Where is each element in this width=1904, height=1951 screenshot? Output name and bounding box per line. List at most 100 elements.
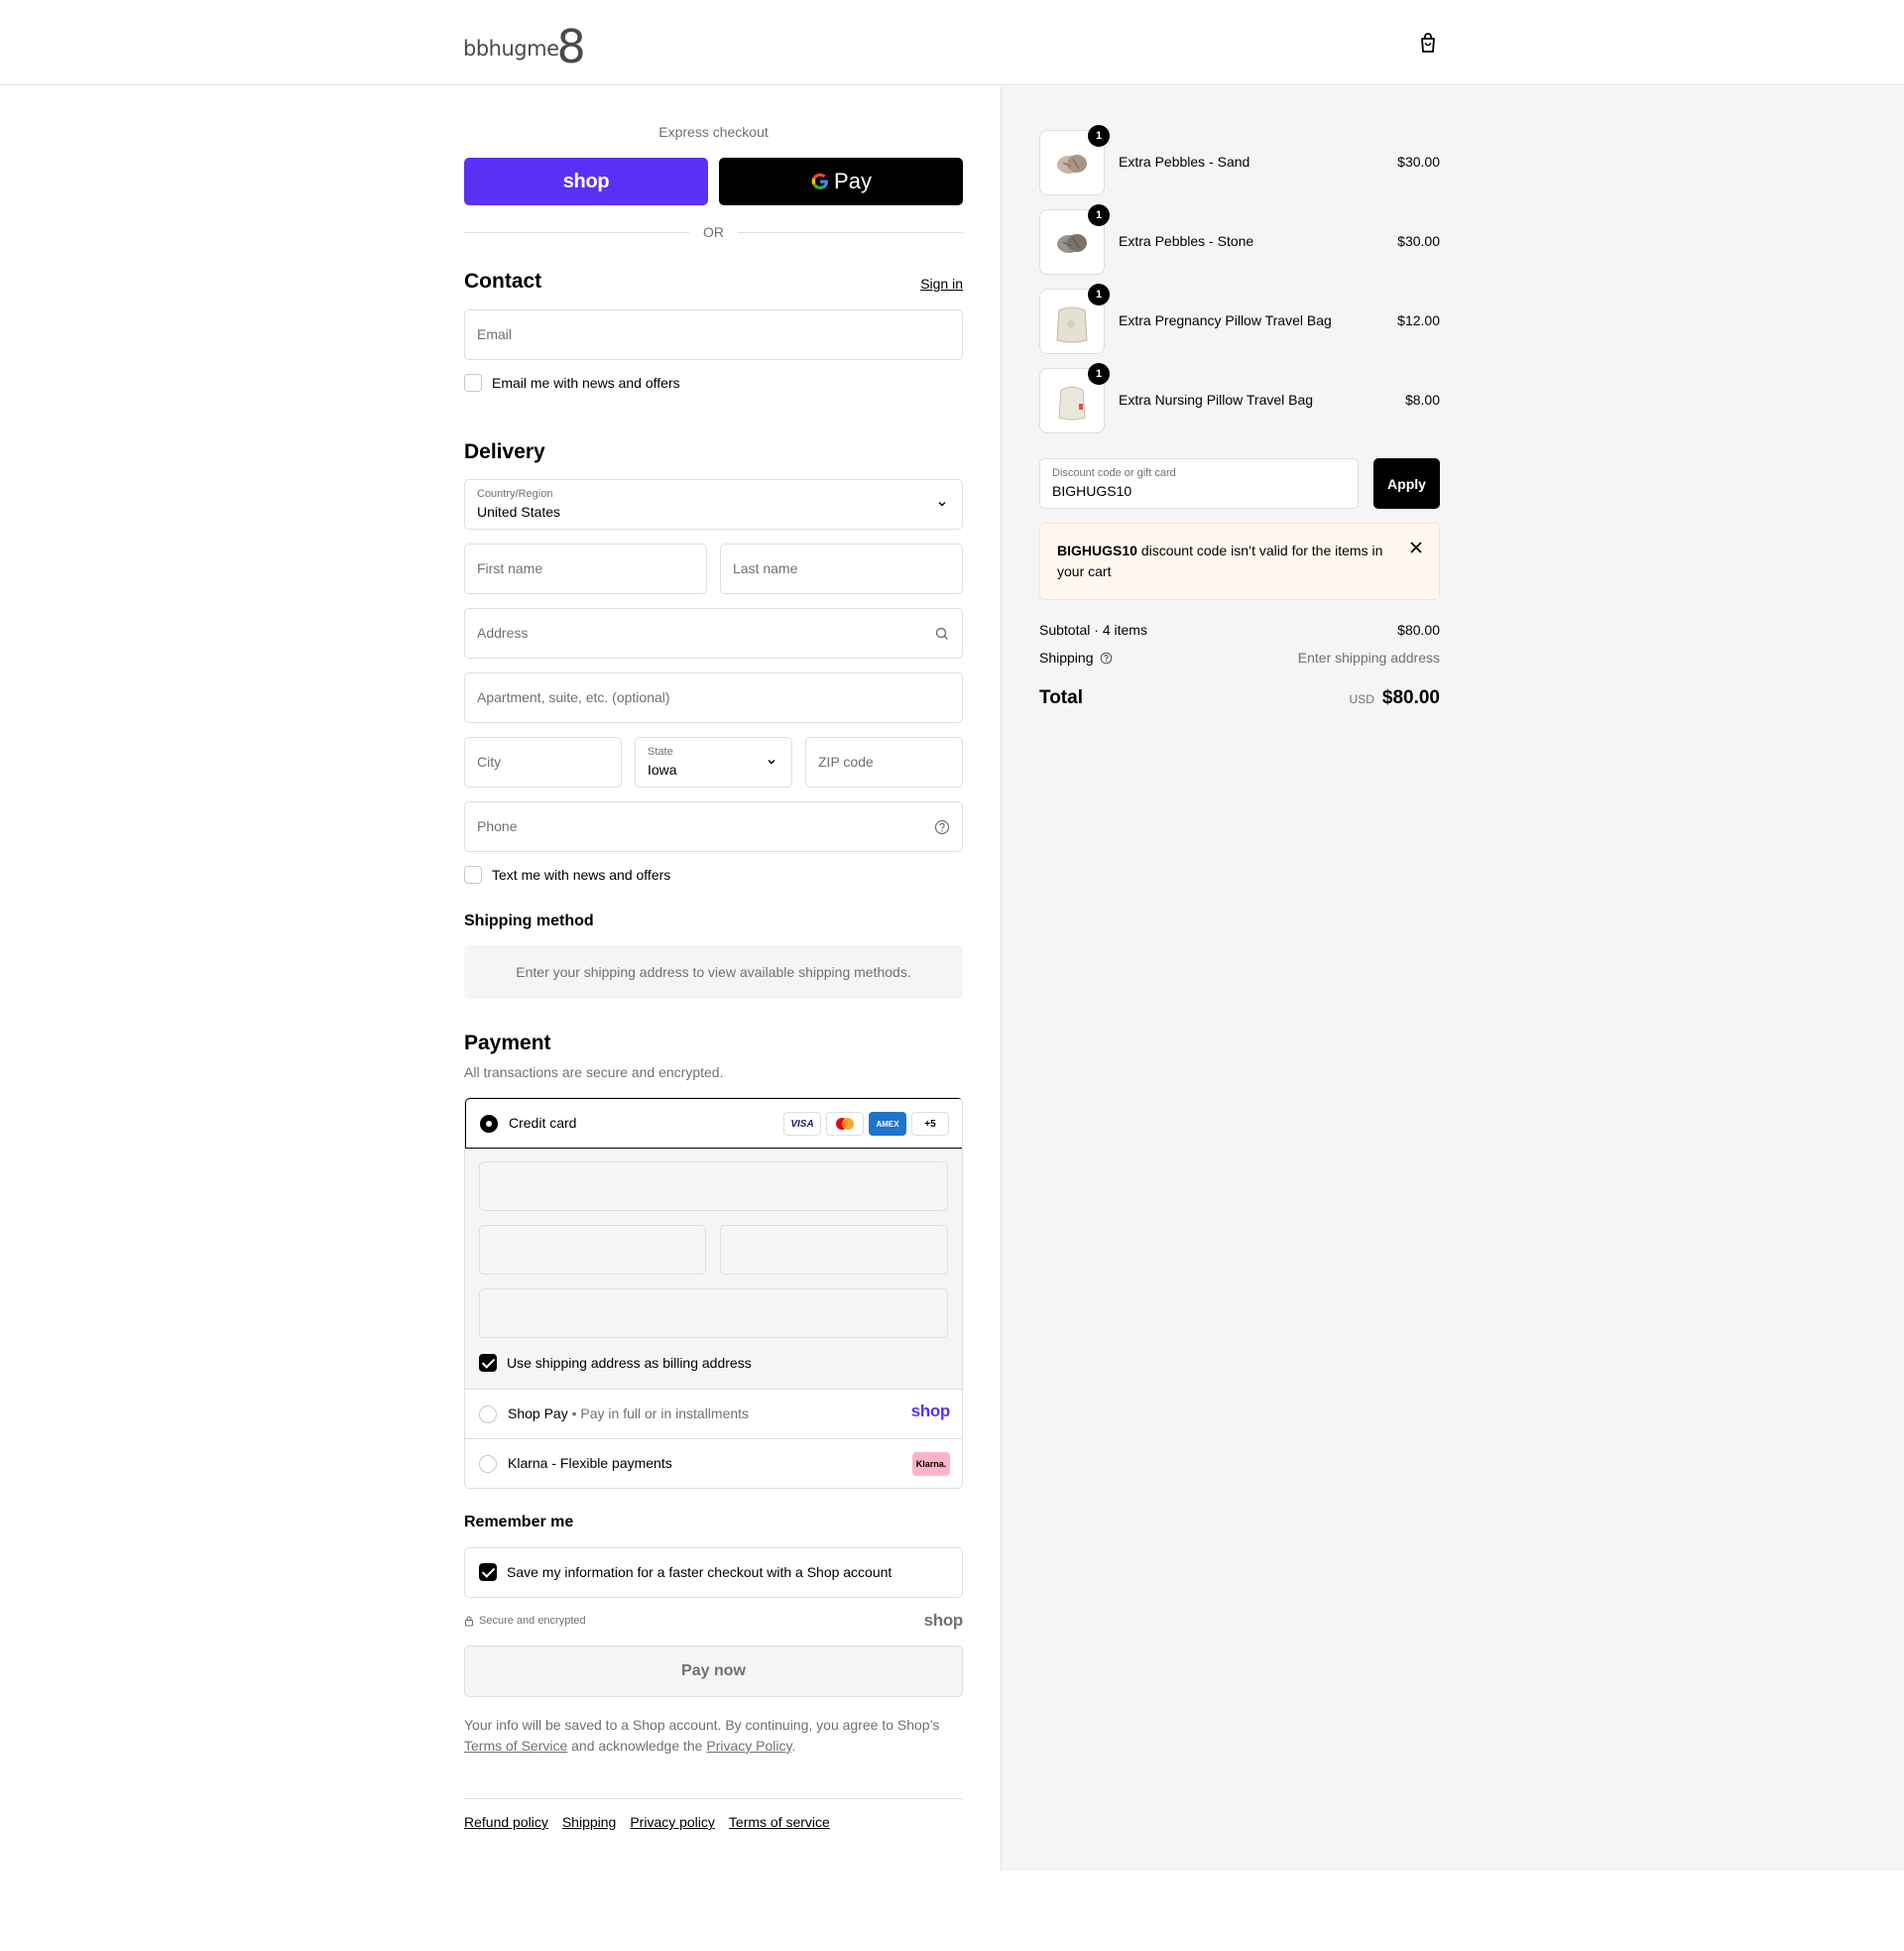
quantity-badge: 1 (1088, 204, 1110, 226)
klarna-label: Klarna - Flexible payments (508, 1455, 672, 1471)
express-checkout-buttons: shop Pay (464, 158, 963, 205)
cart-icon[interactable] (1416, 31, 1440, 55)
item-name: Extra Pregnancy Pillow Travel Bag (1119, 312, 1332, 328)
item-price: $8.00 (1404, 392, 1440, 408)
secure-text: Secure and encrypted (479, 1615, 586, 1627)
save-info-checkbox[interactable] (479, 1563, 497, 1581)
shop-logo: shop (923, 1611, 964, 1630)
cart-item: 1 Extra Nursing Pillow Travel Bag $8.00 (1039, 363, 1440, 433)
klarna-option[interactable]: Klarna - Flexible payments Klarna. (465, 1439, 962, 1488)
subtotal-label: Subtotal · 4 items (1039, 622, 1147, 638)
footer-divider (464, 1798, 963, 1799)
total-value: $80.00 (1381, 687, 1440, 708)
terms-of-service-footer-link[interactable]: Terms of service (729, 1814, 830, 1830)
shop-pay-option[interactable]: Shop Pay • Pay in full or in installment… (465, 1390, 962, 1439)
card-name-field[interactable] (479, 1288, 948, 1338)
email-news-checkbox[interactable] (464, 374, 482, 392)
card-number-field[interactable] (479, 1161, 948, 1211)
chevron-down-icon (938, 502, 946, 507)
sign-in-link[interactable]: Sign in (920, 276, 963, 292)
google-pay-label: Pay (834, 169, 872, 193)
item-name: Extra Pebbles - Stone (1119, 233, 1254, 249)
cart-item: 1 Extra Pebbles - Sand $30.00 (1039, 125, 1440, 195)
secure-row: Secure and encrypted shop (464, 1611, 963, 1631)
google-g-icon (811, 173, 829, 189)
item-name: Extra Nursing Pillow Travel Bag (1119, 392, 1314, 408)
item-price: $30.00 (1397, 233, 1440, 249)
remember-me-title: Remember me (464, 1514, 574, 1530)
privacy-policy-footer-link[interactable]: Privacy policy (630, 1814, 715, 1830)
state-select[interactable]: State Iowa (635, 737, 792, 788)
item-name: Extra Pebbles - Sand (1119, 154, 1250, 170)
text-news-checkbox[interactable] (464, 866, 482, 884)
state-value: Iowa (648, 762, 677, 778)
shipping-label: Shipping (1039, 650, 1094, 666)
refund-policy-link[interactable]: Refund policy (464, 1814, 548, 1830)
credit-card-radio[interactable] (480, 1115, 498, 1133)
payment-subtitle: All transactions are secure and encrypte… (464, 1064, 724, 1080)
google-pay-button[interactable]: Pay (719, 158, 963, 205)
help-icon[interactable] (934, 819, 950, 835)
help-icon[interactable] (1100, 652, 1113, 665)
shipping-policy-link[interactable]: Shipping (562, 1814, 617, 1830)
total-row: Total USD $80.00 (1039, 687, 1440, 709)
shipping-method-title: Shipping method (464, 913, 594, 929)
discount-error-text: BIGHUGS10 discount code isn’t valid for … (1057, 543, 1383, 579)
amex-icon: AMEX (869, 1112, 906, 1136)
mastercard-icon (826, 1112, 864, 1136)
card-cvc-field[interactable] (720, 1225, 948, 1275)
zip-placeholder: ZIP code (818, 754, 874, 770)
close-icon[interactable] (1409, 541, 1423, 554)
address-placeholder: Address (477, 625, 529, 641)
klarna-radio[interactable] (479, 1455, 497, 1473)
subtotal-value: $80.00 (1397, 622, 1440, 638)
phone-placeholder: Phone (477, 818, 518, 834)
discount-code-input[interactable]: Discount code or gift card BIGHUGS10 (1039, 458, 1359, 509)
express-checkout-title: Express checkout (658, 124, 769, 140)
city-field[interactable]: City (464, 737, 622, 788)
address-field[interactable]: Address (464, 608, 963, 659)
discount-label: Discount code or gift card (1052, 467, 1176, 479)
last-name-field[interactable]: Last name (720, 544, 963, 594)
cart-item: 1 Extra Pebbles - Stone $30.00 (1039, 204, 1440, 275)
quantity-badge: 1 (1088, 284, 1110, 305)
brand-logo[interactable]: bbhugme 8 (463, 18, 586, 69)
email-placeholder: Email (477, 326, 513, 342)
first-name-field[interactable]: First name (464, 544, 707, 594)
pay-now-button[interactable]: Pay now (464, 1646, 963, 1697)
save-info-label: Save my information for a faster checkou… (507, 1564, 892, 1580)
or-label: OR (703, 224, 724, 240)
credit-card-option[interactable]: Credit card VISA AMEX +5 (465, 1098, 962, 1149)
klarna-logo: Klarna. (912, 1452, 950, 1476)
total-label: Total (1039, 687, 1083, 708)
search-icon (935, 627, 948, 640)
payment-methods: Credit card VISA AMEX +5 Use shipping ad… (464, 1097, 963, 1489)
shipping-method-note-text: Enter your shipping address to view avai… (516, 964, 911, 980)
more-cards-badge: +5 (911, 1112, 949, 1136)
apartment-placeholder: Apartment, suite, etc. (optional) (477, 689, 670, 705)
shop-pay-radio[interactable] (479, 1405, 497, 1423)
shipping-row: Shipping Enter shipping address (1039, 650, 1440, 666)
apartment-field[interactable]: Apartment, suite, etc. (optional) (464, 672, 963, 723)
email-field[interactable]: Email (464, 309, 963, 360)
apply-label: Apply (1387, 475, 1426, 492)
phone-field[interactable]: Phone (464, 801, 963, 852)
visa-icon: VISA (783, 1112, 821, 1136)
quantity-badge: 1 (1088, 363, 1110, 385)
header: bbhugme 8 (0, 0, 1904, 85)
delivery-title: Delivery (464, 440, 545, 463)
first-name-placeholder: First name (477, 560, 543, 576)
chevron-down-icon (768, 760, 775, 765)
zip-field[interactable]: ZIP code (805, 737, 963, 788)
apply-discount-button[interactable]: Apply (1373, 458, 1440, 509)
shop-pay-express-button[interactable]: shop (464, 158, 708, 205)
save-info-row: Save my information for a faster checkou… (479, 1563, 892, 1581)
billing-address-checkbox[interactable] (479, 1354, 497, 1372)
legal-text: Your info will be saved to a Shop accoun… (464, 1717, 940, 1754)
card-logos: VISA AMEX +5 (783, 1112, 949, 1136)
card-expiry-field[interactable] (479, 1225, 706, 1275)
privacy-policy-link[interactable]: Privacy Policy (706, 1738, 791, 1754)
country-select[interactable]: Country/Region United States (464, 479, 963, 530)
email-news-label: Email me with news and offers (492, 375, 680, 391)
terms-of-service-link[interactable]: Terms of Service (464, 1738, 567, 1754)
